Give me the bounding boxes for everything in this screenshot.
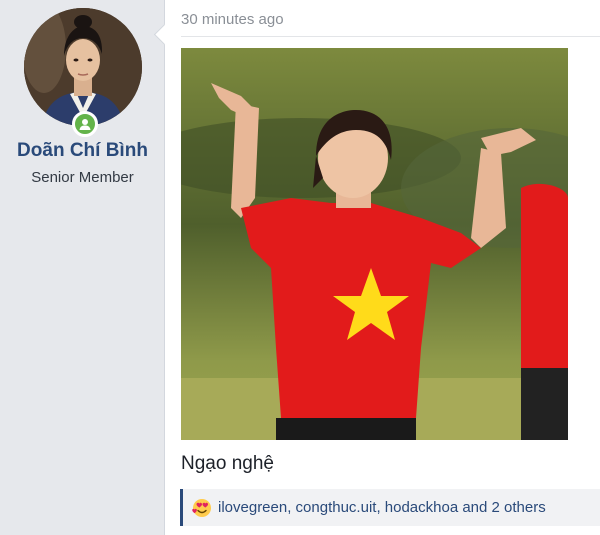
online-status-icon [72,111,98,137]
user-info-panel: Doãn Chí Bình Senior Member [0,0,176,535]
header-divider [181,36,600,37]
username-link[interactable]: Doãn Chí Bình [0,140,165,162]
post-timestamp[interactable]: 30 minutes ago [181,11,284,28]
avatar-image [24,8,142,126]
post-message-text: Ngạo nghệ [181,453,274,474]
avatar[interactable] [24,8,142,126]
avatar-container[interactable] [24,8,142,137]
love-reaction-icon [192,498,211,517]
user-title: Senior Member [31,169,134,186]
reaction-users-link[interactable]: ilovegreen, congthuc.uit, hodackhoa and … [218,499,546,516]
gif-image-content [181,48,568,440]
message-body: 30 minutes ago Ngạo nghệ ilovegreen, con… [165,0,600,535]
post-gif-image[interactable] [181,48,568,440]
forum-post: Doãn Chí Bình Senior Member 30 minutes a… [0,0,600,535]
reactions-bar[interactable]: ilovegreen, congthuc.uit, hodackhoa and … [180,489,600,526]
